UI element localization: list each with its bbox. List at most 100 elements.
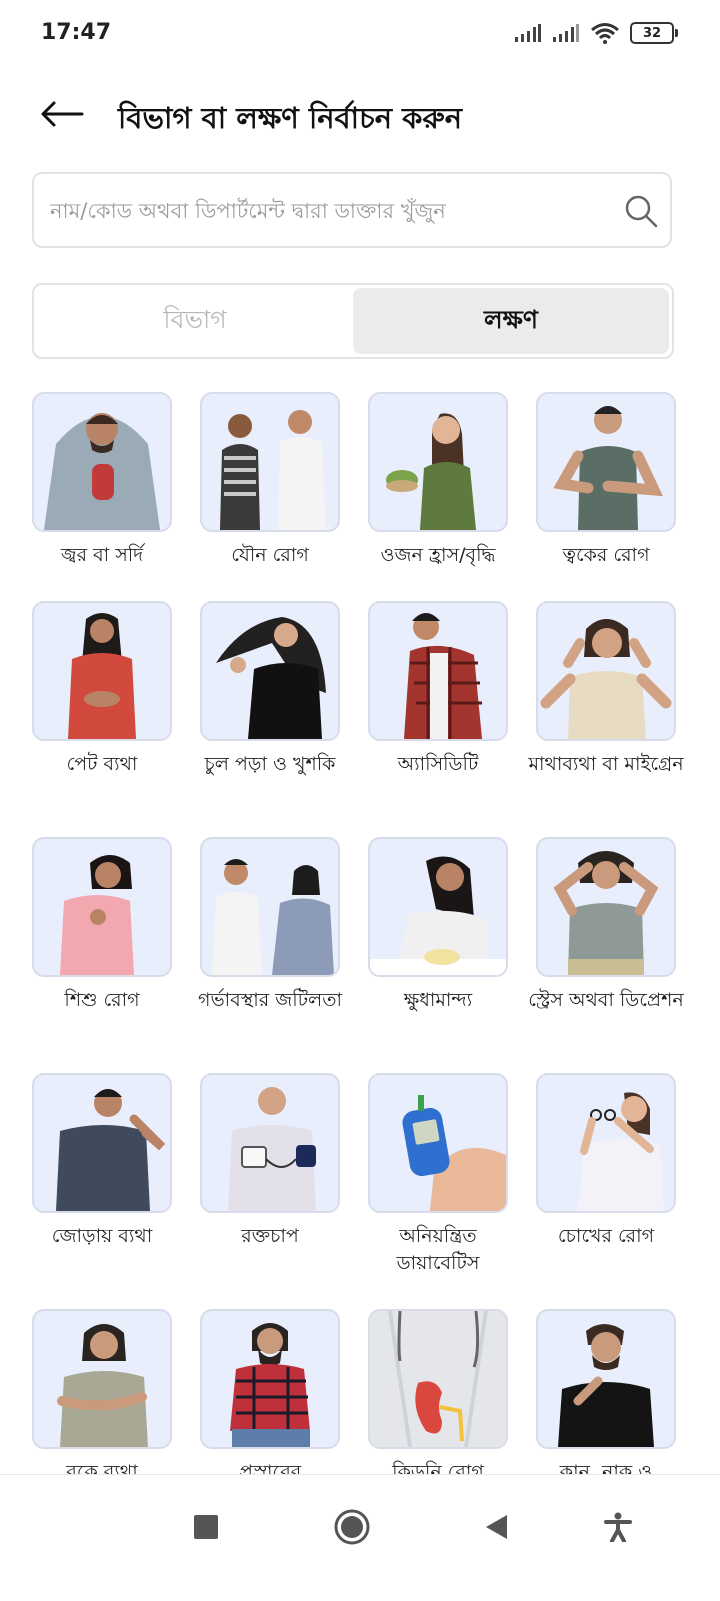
system-back-button[interactable] <box>474 1505 518 1549</box>
symptom-image <box>200 1073 340 1213</box>
recent-apps-button[interactable] <box>184 1505 228 1549</box>
back-triangle-icon <box>486 1515 507 1539</box>
woman-glasses-icon <box>578 1092 664 1211</box>
battery-icon: 32 <box>630 22 678 44</box>
symptom-item-urinary[interactable]: প্রস্রাবের <box>200 1309 340 1489</box>
symptom-image <box>368 837 508 977</box>
symptom-image <box>32 392 172 532</box>
search-input[interactable] <box>48 174 612 248</box>
symptom-label: ক্ষুধামান্দ্য <box>403 989 473 1011</box>
symptom-label: অ্যাসিডিটি <box>397 753 479 775</box>
symptom-item-chest-pain[interactable]: বুকে ব্যথা <box>32 1309 172 1489</box>
symptom-image <box>536 1309 676 1449</box>
symptom-item-headache[interactable]: মাথাব্যথা বা মাইগ্রেন <box>528 601 684 837</box>
wifi-icon <box>591 23 619 44</box>
symptom-item-weight[interactable]: ওজন হ্রাস/বৃদ্ধি <box>368 392 508 601</box>
woman-food-icon <box>370 856 506 975</box>
symptom-label: শিশু রোগ <box>64 989 140 1011</box>
woman-salad-icon <box>386 413 476 530</box>
woman-stomach-icon <box>68 613 136 739</box>
symptom-label: ত্বকের রোগ <box>562 544 650 566</box>
symptom-item-hair-fall[interactable]: চুল পড়া ও খুশকি <box>200 601 340 837</box>
symptom-item-stress[interactable]: স্ট্রেস অথবা ডিপ্রেশন <box>528 837 684 1073</box>
symptom-image <box>368 392 508 532</box>
page-title: বিভাগ বা লক্ষণ নির্বাচন করুন <box>118 101 462 135</box>
symptom-image <box>536 601 676 741</box>
man-acidity-icon <box>404 613 482 739</box>
accessibility-button[interactable] <box>596 1505 640 1549</box>
status-bar: 17:47 32 <box>0 0 720 70</box>
symptom-image <box>200 1309 340 1449</box>
symptom-item-skin[interactable]: ত্বকের রোগ <box>536 392 676 601</box>
symptom-image <box>200 392 340 532</box>
man-headache-icon <box>540 619 672 739</box>
symptom-item-joint-pain[interactable]: জোড়ায় ব্যথা <box>32 1073 172 1309</box>
symptom-image <box>32 1309 172 1449</box>
man-chest-pain-icon <box>57 1324 148 1447</box>
symptom-image <box>536 1073 676 1213</box>
back-button[interactable] <box>40 94 90 134</box>
symptom-grid: জ্বর বা সর্দি যৌন রোগ ওজন হ্রাস/বৃদ্ধি ত… <box>32 392 684 1489</box>
man-scratching-icon <box>553 406 664 530</box>
system-nav-bar <box>0 1474 720 1601</box>
symptom-label: অনিয়ন্ত্রিত ডায়াবেটিস <box>396 1225 480 1274</box>
girl-coughing-icon <box>60 855 134 975</box>
symptom-image <box>200 601 340 741</box>
man-neck-pain-icon <box>56 1089 166 1211</box>
symptom-label: চোখের রোগ <box>557 1225 655 1247</box>
signal-icon <box>515 24 541 42</box>
symptom-label: রক্তচাপ <box>241 1225 299 1247</box>
symptom-label: গর্ভাবস্থার জটিলতা <box>198 989 342 1011</box>
tab-symptom[interactable]: লক্ষণ <box>353 288 669 354</box>
symptom-item-eye-disease[interactable]: চোখের রোগ <box>536 1073 676 1309</box>
man-throat-icon <box>558 1324 654 1447</box>
symptom-item-sexual-disease[interactable]: যৌন রোগ <box>200 392 340 601</box>
symptom-label: জ্বর বা সর্দি <box>60 544 144 566</box>
square-icon <box>194 1515 218 1539</box>
patient-doctor-icon <box>220 410 326 530</box>
symptom-item-child-disease[interactable]: শিশু রোগ <box>32 837 172 1073</box>
symptom-item-pregnancy[interactable]: গর্ভাবস্থার জটিলতা <box>198 837 342 1073</box>
arrow-left-icon <box>41 101 84 127</box>
doctor-kidney-icon <box>370 1311 506 1447</box>
symptom-label: মাথাব্যথা বা মাইগ্রেন <box>528 753 684 775</box>
symptom-image <box>32 1073 172 1213</box>
search-icon[interactable] <box>624 194 658 228</box>
symptom-label: ওজন হ্রাস/বৃদ্ধি <box>380 544 496 566</box>
symptom-item-fever[interactable]: জ্বর বা সর্দি <box>32 392 172 601</box>
accessibility-icon <box>604 1512 632 1542</box>
man-stress-icon <box>553 851 659 975</box>
woman-hair-icon <box>216 617 326 739</box>
signal-icon <box>553 24 579 42</box>
symptom-image <box>368 1309 508 1449</box>
status-icons: 32 <box>514 22 678 44</box>
tab-department[interactable]: বিভাগ <box>37 288 353 354</box>
symptom-item-ent[interactable]: কান, নাক ও <box>536 1309 676 1489</box>
man-bp-monitor-icon <box>228 1087 316 1211</box>
home-button[interactable] <box>330 1505 374 1549</box>
symptom-item-acidity[interactable]: অ্যাসিডিটি <box>368 601 508 837</box>
circle-home-icon <box>334 1509 370 1545</box>
man-urinary-icon <box>230 1323 310 1447</box>
header: বিভাগ বা লক্ষণ নির্বাচন করুন <box>0 86 720 146</box>
symptom-item-diabetes[interactable]: অনিয়ন্ত্রিত ডায়াবেটিস <box>368 1073 508 1309</box>
symptom-image <box>368 601 508 741</box>
symptom-item-kidney[interactable]: কিডনি রোগ <box>368 1309 508 1489</box>
symptom-label: যৌন রোগ <box>231 544 309 566</box>
symptom-image <box>536 392 676 532</box>
symptom-label: পেট ব্যথা <box>66 753 138 775</box>
symptom-image <box>32 601 172 741</box>
symptom-item-appetite[interactable]: ক্ষুধামান্দ্য <box>368 837 508 1073</box>
glucometer-icon <box>402 1095 506 1211</box>
symptom-label: চুল পড়া ও খুশকি <box>204 753 336 775</box>
symptom-item-stomach-pain[interactable]: পেট ব্যথা <box>32 601 172 837</box>
tab-bar: বিভাগ লক্ষণ <box>32 283 674 359</box>
doctor-pregnant-icon <box>212 859 334 975</box>
search-box[interactable] <box>32 172 672 248</box>
symptom-item-blood-pressure[interactable]: রক্তচাপ <box>200 1073 340 1309</box>
symptom-image <box>536 837 676 977</box>
symptom-label: স্ট্রেস অথবা ডিপ্রেশন <box>528 989 684 1011</box>
symptom-image <box>200 837 340 977</box>
symptom-image <box>368 1073 508 1213</box>
person-blanket-icon <box>44 413 160 530</box>
